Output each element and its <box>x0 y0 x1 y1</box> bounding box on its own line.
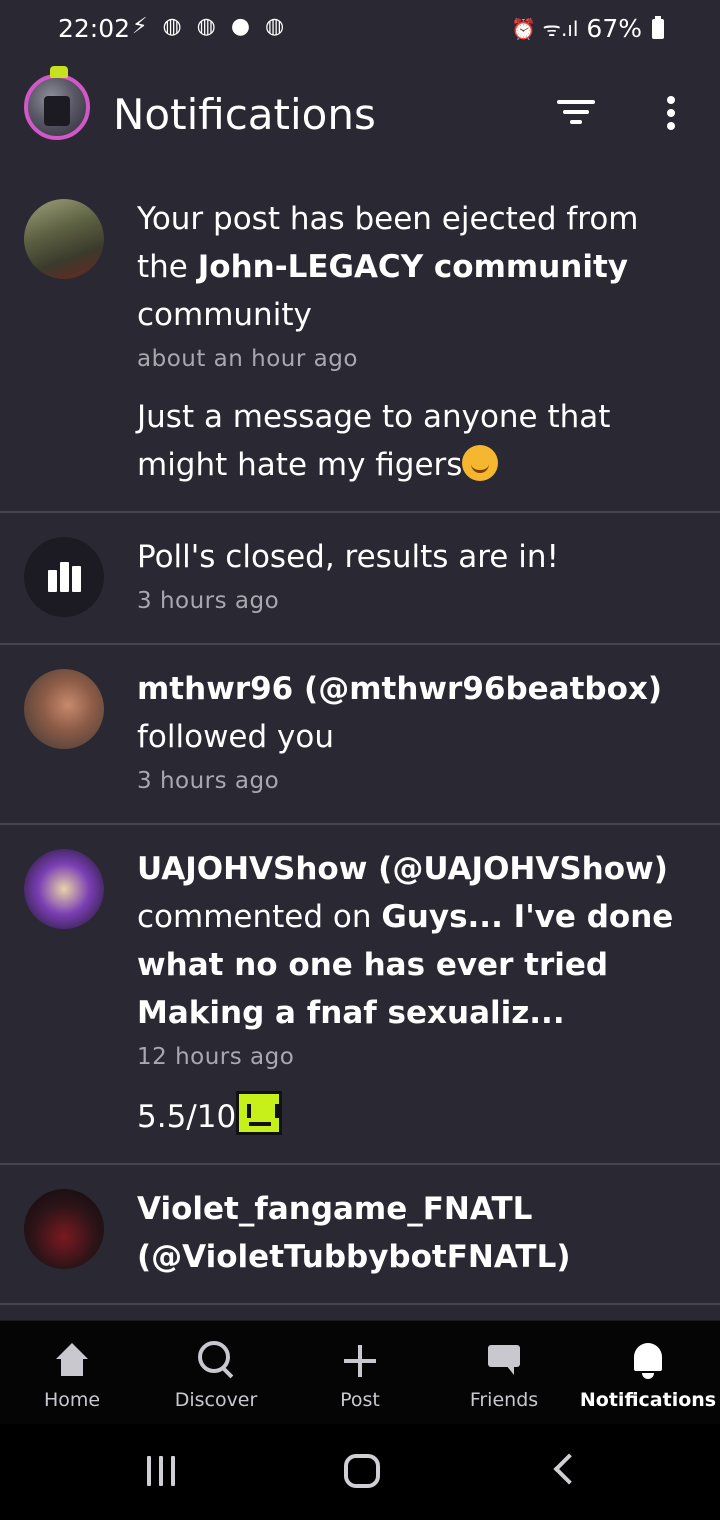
nav-label: Post <box>340 1389 380 1411</box>
notification-text: Poll's closed, results are in! <box>137 539 559 575</box>
status-bar: 22:02 ⚡ ◍ ◍ ● ◍ ⏰ ᯤ.ıl 67% <box>0 0 720 60</box>
nav-label: Home <box>43 1389 101 1411</box>
nav-label: Friends <box>469 1389 539 1411</box>
home-icon <box>52 1341 92 1381</box>
community-link[interactable]: John-LEGACY community <box>198 249 628 285</box>
notification-text: Violet_fangame_FNATL (@VioletTubbybotFNA… <box>137 1185 696 1281</box>
avatar-figure <box>44 96 70 126</box>
notification-message: 5.5/10 <box>137 1091 696 1141</box>
filter-icon[interactable] <box>552 92 600 132</box>
notification-item[interactable]: mthwr96 (@mthwr96beatbox) followed you 3… <box>0 645 720 825</box>
notification-time: about an hour ago <box>137 346 358 372</box>
plus-icon <box>340 1341 380 1381</box>
profile-avatar[interactable] <box>24 66 90 140</box>
nav-label: Discover <box>174 1389 258 1411</box>
back-icon[interactable] <box>553 1453 585 1485</box>
status-notification-icons: ⚡ ◍ ◍ ● ◍ <box>132 14 289 39</box>
notification-item[interactable]: Violet_fangame_FNATL (@VioletTubbybotFNA… <box>0 1165 720 1305</box>
nav-post[interactable]: Post <box>288 1321 432 1424</box>
status-system-icons: ⏰ ᯤ.ıl <box>511 17 579 41</box>
username-link[interactable]: UAJOHVShow (@UAJOHVShow) <box>137 851 668 887</box>
username-link[interactable]: mthwr96 (@mthwr96beatbox) <box>137 671 662 707</box>
smiling-face-emoji-icon <box>462 445 499 481</box>
notification-message: Just a message to anyone that might hate… <box>137 399 611 483</box>
bell-icon <box>628 1341 668 1381</box>
nav-label: Notifications <box>579 1389 717 1411</box>
recent-apps-icon[interactable] <box>147 1456 177 1488</box>
notification-item[interactable]: Your post has been ejected from the John… <box>0 175 720 513</box>
chat-icon <box>484 1341 524 1381</box>
notification-time: 12 hours ago <box>137 1044 295 1070</box>
notification-item[interactable]: Poll's closed, results are in! 3 hours a… <box>0 513 720 645</box>
nav-friends[interactable]: Friends <box>432 1321 576 1424</box>
user-avatar[interactable] <box>24 669 104 749</box>
poll-avatar <box>24 537 104 617</box>
user-avatar[interactable] <box>24 1189 104 1269</box>
poll-chart-icon <box>47 562 81 592</box>
page-title: Notifications <box>113 90 376 139</box>
green-face-sticker-icon <box>236 1091 283 1135</box>
bottom-nav: Home Discover Post Friends Notifications <box>0 1320 720 1424</box>
home-button-icon[interactable] <box>344 1454 380 1488</box>
notification-item[interactable]: UAJOHVShow (@UAJOHVShow) commented on Gu… <box>0 825 720 1165</box>
app-header: Notifications <box>0 60 720 170</box>
notification-time: 3 hours ago <box>137 588 280 614</box>
nav-home[interactable]: Home <box>0 1321 144 1424</box>
crown-icon <box>50 66 68 78</box>
notification-list: Your post has been ejected from the John… <box>0 175 720 1320</box>
nav-discover[interactable]: Discover <box>144 1321 288 1424</box>
app-root: 22:02 ⚡ ◍ ◍ ● ◍ ⏰ ᯤ.ıl 67% Notifications… <box>0 0 720 1520</box>
search-icon <box>196 1341 236 1381</box>
system-nav-bar <box>0 1424 720 1520</box>
battery-icon <box>652 15 664 39</box>
notification-time: 3 hours ago <box>137 768 280 794</box>
nav-notifications[interactable]: Notifications <box>576 1321 720 1424</box>
user-avatar[interactable] <box>24 849 104 929</box>
battery-percent: 67% <box>586 14 642 43</box>
status-right-group: ⏰ ᯤ.ıl 67% <box>511 14 664 43</box>
username-link[interactable]: Violet_fangame_FNATL (@VioletTubbybotFNA… <box>137 1191 571 1275</box>
notification-text: mthwr96 (@mthwr96beatbox) followed you <box>137 671 663 755</box>
user-avatar[interactable] <box>24 199 104 279</box>
notification-text: UAJOHVShow (@UAJOHVShow) commented on Gu… <box>137 851 674 1031</box>
status-time: 22:02 <box>58 14 131 43</box>
more-options-icon[interactable] <box>656 94 686 134</box>
notification-text: Your post has been ejected from the John… <box>137 201 639 333</box>
